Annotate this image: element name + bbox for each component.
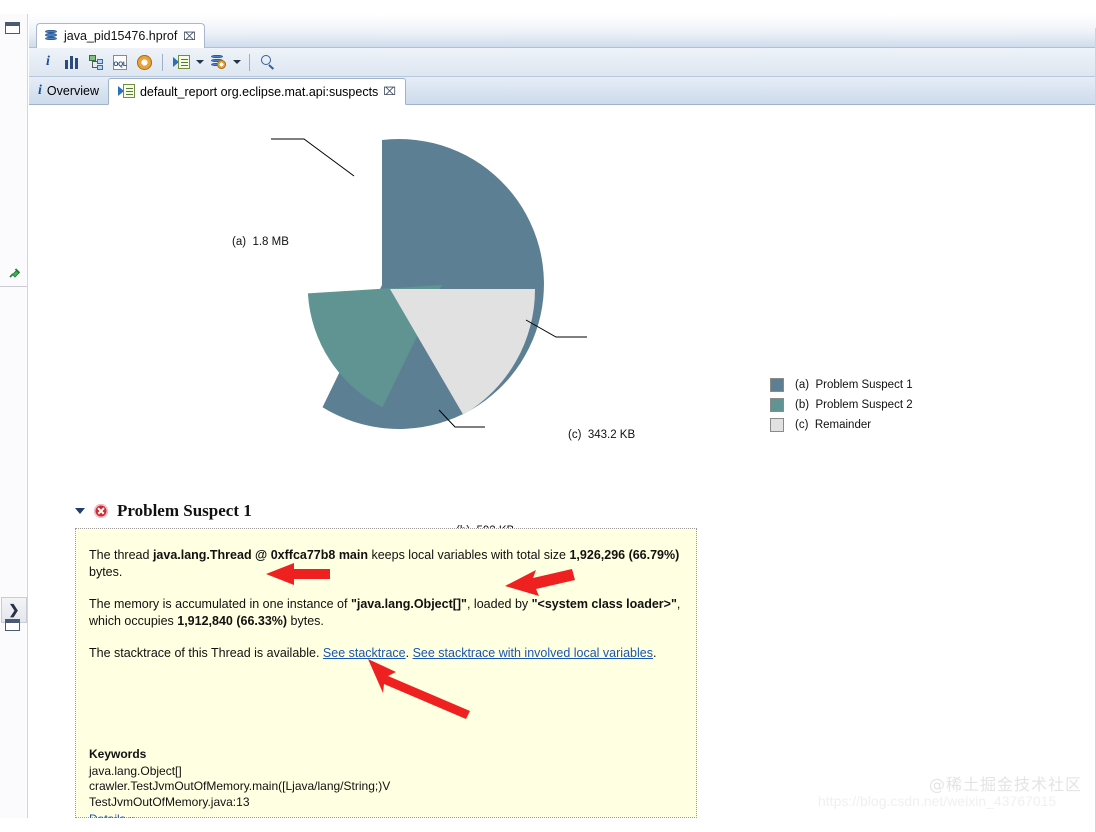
details-link[interactable]: Details » (89, 812, 136, 818)
pie-chart (199, 115, 619, 455)
legend-item-a: (a) Problem Suspect 1 (770, 375, 913, 395)
run-report-dropdown-arrow[interactable] (194, 51, 205, 73)
page-title: Problem Suspect 1 (117, 501, 252, 521)
oql-button[interactable]: OQL (109, 51, 131, 73)
heap-dump-gear-icon (210, 55, 227, 70)
keyword-line: TestJvmOutOfMemory.java:13 (89, 795, 390, 811)
editor-tab-strip: java_pid15476.hprof ⌧ (29, 14, 1096, 48)
editor-tab-heap-dump[interactable]: java_pid15476.hprof ⌧ (36, 23, 205, 48)
keyword-line: java.lang.Object[] (89, 764, 390, 780)
overview-info-button[interactable]: i (37, 51, 59, 73)
restore-view-glyph-bottom (5, 619, 20, 631)
toolbar: i OQL (29, 48, 1096, 77)
report-tab-strip: i Overview default_report org.eclipse.ma… (29, 77, 1096, 105)
editor-area: java_pid15476.hprof ⌧ i OQL (29, 14, 1096, 818)
left-rail: ❯ (0, 14, 28, 818)
legend-label-c: (c) Remainder (795, 419, 871, 431)
close-icon-report-tab[interactable]: ⌧ (383, 86, 396, 97)
tab-overview[interactable]: i Overview (29, 77, 108, 104)
legend-swatch-c (770, 418, 784, 432)
histogram-button[interactable] (61, 51, 83, 73)
tab-default-report-suspects[interactable]: default_report org.eclipse.mat.api:suspe… (108, 78, 406, 105)
heap-dump-icon (44, 29, 58, 43)
legend-swatch-b (770, 398, 784, 412)
run-expert-system-test-button[interactable] (170, 51, 192, 73)
legend-label-b: (b) Problem Suspect 2 (795, 399, 913, 411)
open-heap-dump-button[interactable] (207, 51, 229, 73)
run-report-icon-tab (118, 84, 135, 99)
bar-chart-icon (65, 56, 79, 69)
keywords-block: Keywords java.lang.Object[] crawler.Test… (89, 747, 390, 818)
tree-icon (89, 55, 104, 69)
search-icon (261, 55, 276, 70)
see-stacktrace-link[interactable]: See stacktrace (323, 646, 406, 660)
problem-suspect-header[interactable]: Problem Suspect 1 (75, 501, 252, 521)
pie-label-a: (a) 1.8 MB (232, 236, 289, 248)
pie-chart-section: (a) 1.8 MB (c) 343.2 KB (b) 592 KB Total… (29, 105, 1096, 470)
chevron-down-icon-2 (233, 60, 241, 64)
watermark-url: https://blog.csdn.net/weixin_43767015 (818, 793, 1056, 809)
legend-item-c: (c) Remainder (770, 415, 913, 435)
tab-default-report-label: default_report org.eclipse.mat.api:suspe… (140, 85, 378, 99)
callout-line-a (271, 139, 354, 176)
legend-label-a: (a) Problem Suspect 1 (795, 379, 913, 391)
tab-overview-label: Overview (47, 84, 99, 98)
restore-view-icon-bottom[interactable] (5, 619, 23, 637)
keywords-title: Keywords (89, 747, 390, 763)
error-icon (94, 504, 108, 518)
suspect-paragraph-3: The stacktrace of this Thread is availab… (89, 645, 682, 662)
heap-dump-dropdown-arrow[interactable] (231, 51, 242, 73)
dominator-tree-button[interactable] (85, 51, 107, 73)
query-browser-button[interactable] (133, 51, 155, 73)
pie-legend: (a) Problem Suspect 1 (b) Problem Suspec… (770, 375, 913, 435)
run-report-icon (173, 55, 190, 70)
close-icon[interactable]: ⌧ (183, 31, 196, 42)
suspect-paragraph-2: The memory is accumulated in one instanc… (89, 596, 682, 629)
editor-tab-label: java_pid15476.hprof (64, 29, 177, 43)
toolbar-separator-1 (162, 54, 163, 71)
restore-view-icon-top[interactable] (5, 22, 23, 40)
restore-view-glyph (5, 22, 20, 34)
problem-suspect-description-box: The thread java.lang.Thread @ 0xffca77b8… (75, 528, 697, 818)
see-stacktrace-with-locals-link[interactable]: See stacktrace with involved local varia… (413, 646, 653, 660)
keyword-line: crawler.TestJvmOutOfMemory.main([Ljava/l… (89, 779, 390, 795)
oql-document-icon: OQL (113, 55, 127, 70)
rail-divider (0, 286, 27, 287)
find-button[interactable] (257, 51, 279, 73)
gear-icon (137, 55, 152, 70)
legend-item-b: (b) Problem Suspect 2 (770, 395, 913, 415)
info-icon: i (46, 54, 50, 70)
pie-label-c: (c) 343.2 KB (568, 429, 635, 441)
watermark-text: @稀土掘金技术社区 (929, 771, 1082, 795)
legend-swatch-a (770, 378, 784, 392)
info-icon-tab: i (38, 83, 42, 99)
suspect-paragraph-1: The thread java.lang.Thread @ 0xffca77b8… (89, 547, 682, 580)
report-content: (a) 1.8 MB (c) 343.2 KB (b) 592 KB Total… (29, 105, 1096, 818)
chevron-down-icon (196, 60, 204, 64)
triangle-down-icon[interactable] (75, 508, 85, 514)
pin-icon[interactable] (7, 266, 21, 280)
toolbar-separator-2 (249, 54, 250, 71)
